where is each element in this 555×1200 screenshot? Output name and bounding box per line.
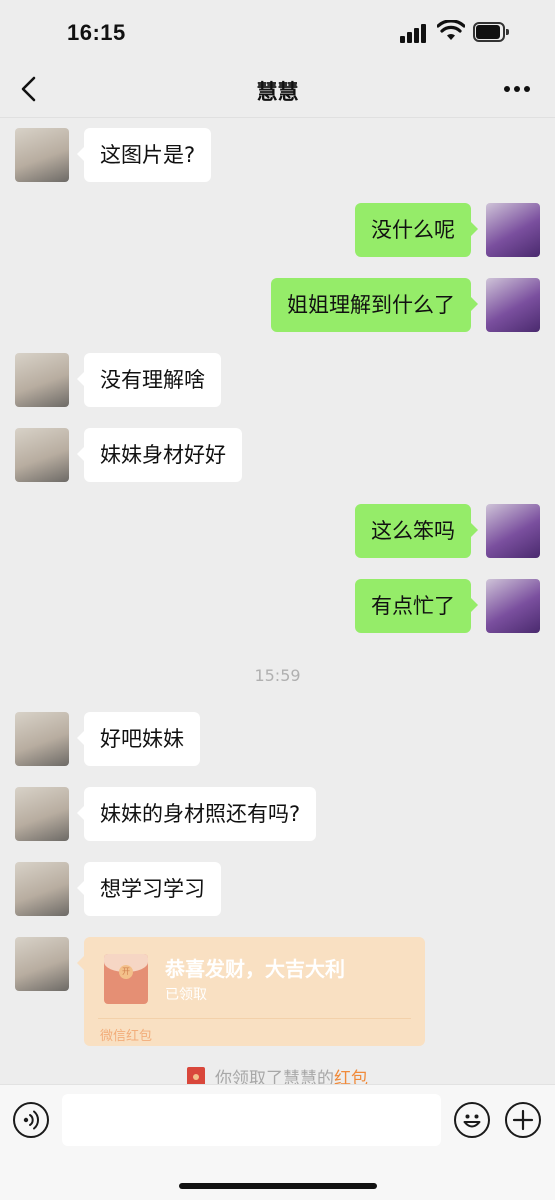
chat-header: 慧慧 (0, 62, 555, 118)
status-bar: 16:15 (0, 0, 555, 62)
contact-avatar[interactable] (15, 128, 69, 182)
status-time: 16:15 (67, 20, 126, 45)
message-bubble-incoming[interactable]: 好吧妹妹 (77, 712, 200, 766)
voice-icon[interactable] (13, 1102, 49, 1138)
message-bubble-incoming[interactable]: 妹妹身材好好 (77, 428, 242, 482)
message-bubble-incoming[interactable]: 想学习学习 (77, 862, 221, 916)
my-avatar[interactable] (486, 579, 540, 633)
red-packet-card[interactable]: 开 恭喜发财，大吉大利 已领取 微信红包 (77, 937, 425, 1046)
contact-avatar[interactable] (15, 787, 69, 841)
message-input[interactable] (62, 1094, 441, 1146)
message-bubble-outgoing[interactable]: 姐姐理解到什么了 (271, 278, 478, 332)
message-bubble-outgoing[interactable]: 没什么呢 (355, 203, 478, 257)
contact-avatar[interactable] (15, 353, 69, 407)
message-bubble-incoming[interactable]: 妹妹的身材照还有吗? (76, 787, 317, 841)
plus-icon[interactable] (505, 1102, 541, 1138)
contact-avatar[interactable] (15, 937, 69, 991)
my-avatar[interactable] (486, 278, 540, 332)
message-timestamp: 15:59 (254, 666, 301, 685)
wifi-icon (437, 20, 465, 40)
message-bubble-incoming[interactable]: 没有理解啥 (77, 353, 221, 407)
my-avatar[interactable] (486, 504, 540, 558)
message-bubble-incoming[interactable]: 这图片是? (76, 128, 212, 182)
cellular-signal-icon (400, 23, 428, 43)
battery-icon (473, 22, 509, 42)
contact-avatar[interactable] (15, 428, 69, 482)
contact-avatar[interactable] (15, 862, 69, 916)
emoji-icon[interactable] (454, 1102, 490, 1138)
my-avatar[interactable] (486, 203, 540, 257)
chat-title: 慧慧 (256, 80, 299, 104)
red-envelope-icon: 开 (104, 954, 148, 1004)
more-dots-icon[interactable] (504, 86, 532, 94)
message-bubble-outgoing[interactable]: 这么笨吗 (355, 504, 478, 558)
divider (98, 1018, 411, 1019)
home-indicator (179, 1183, 377, 1189)
red-packet-title: 恭喜发财，大吉大利 (165, 957, 345, 981)
red-packet-status: 已领取 (165, 987, 207, 1003)
message-bubble-outgoing[interactable]: 有点忙了 (355, 579, 478, 633)
red-packet-footer: 微信红包 (100, 1029, 153, 1044)
contact-avatar[interactable] (15, 712, 69, 766)
